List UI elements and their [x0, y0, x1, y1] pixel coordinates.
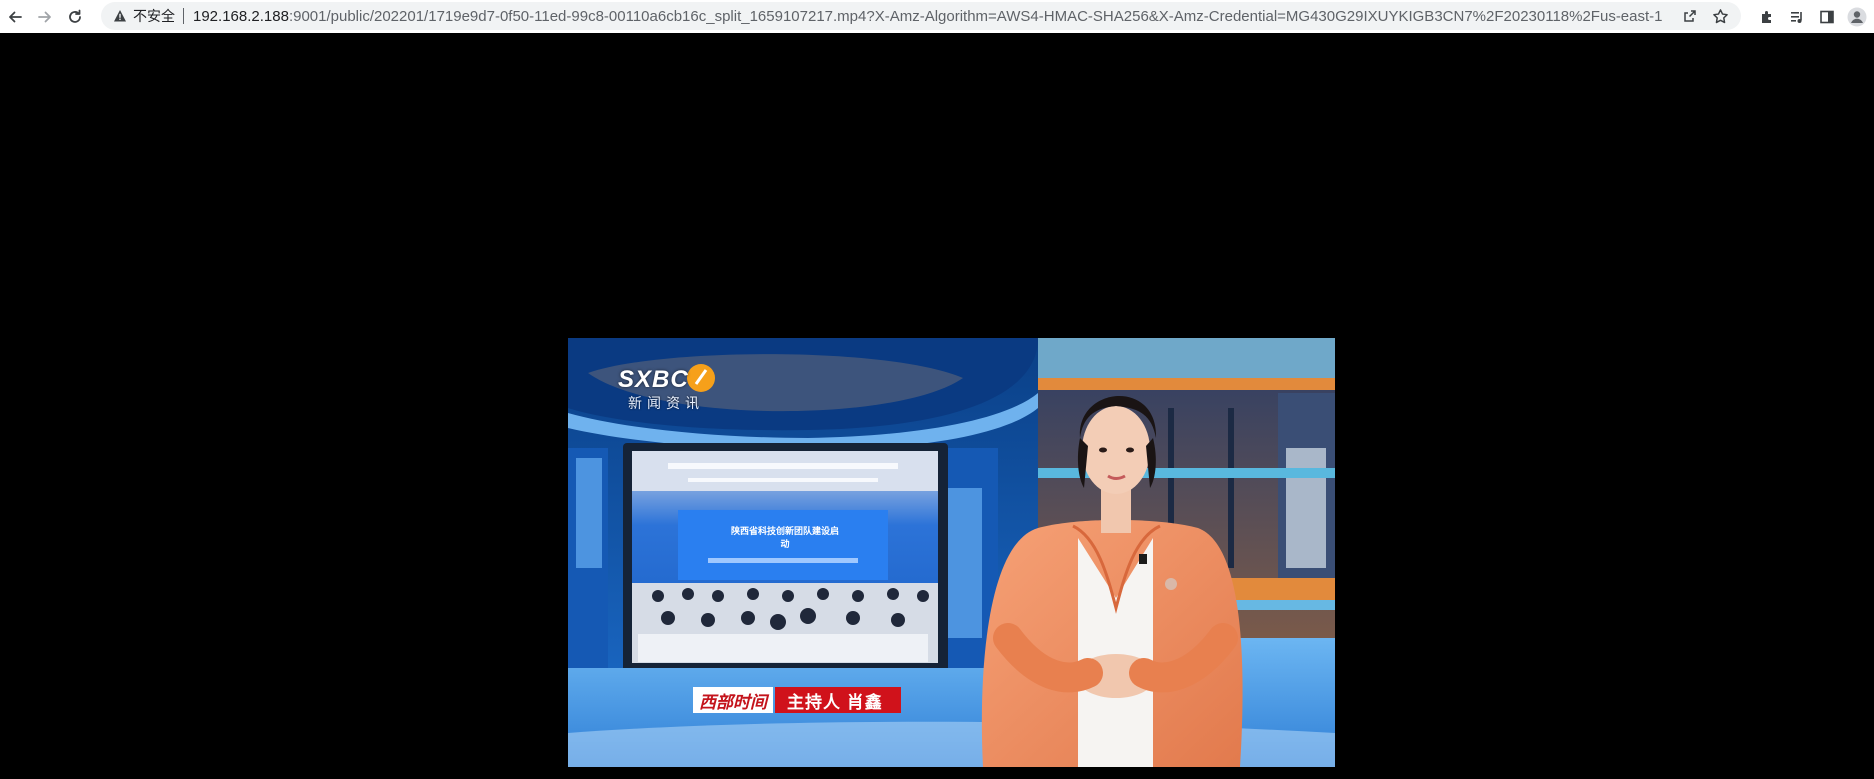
screen-banner-text: 陕西省科技创新团队建设启动 — [730, 526, 839, 549]
lower-third-caption: 西部时间 主持人 肖鑫 — [693, 687, 901, 713]
url-text[interactable]: 192.168.2.188:9001/public/202201/1719e9d… — [193, 8, 1663, 25]
security-label[interactable]: 不安全 — [133, 6, 175, 26]
program-name: 西部时间 — [693, 687, 773, 713]
forward-icon — [38, 11, 51, 22]
back-icon — [9, 11, 22, 22]
side-panel-icon — [1820, 10, 1834, 23]
media-control-icon — [1791, 11, 1802, 23]
url-path: :9001/public/202201/1719e9d7-0f50-11ed-9… — [288, 7, 1663, 25]
share-icon — [1684, 10, 1696, 22]
channel-logo: SXBC — [618, 366, 689, 393]
reload-button[interactable] — [60, 3, 90, 31]
media-control-button[interactable] — [1782, 3, 1812, 31]
profile-button[interactable] — [1842, 3, 1872, 31]
side-panel-button[interactable] — [1812, 3, 1842, 31]
browser-toolbar: 不安全 192.168.2.188:9001/public/202201/171… — [0, 0, 1874, 33]
anchor-name: 主持人 肖鑫 — [775, 687, 901, 713]
forward-button[interactable] — [30, 3, 60, 31]
address-bar[interactable]: 不安全 192.168.2.188:9001/public/202201/171… — [101, 2, 1741, 30]
share-button[interactable] — [1675, 2, 1705, 30]
profile-icon — [1847, 7, 1867, 26]
video-player[interactable]: SXBC 新闻资讯 陕西省科技创新团队建设启动 西部时间 主持人 肖鑫 — [568, 338, 1335, 767]
extensions-icon — [1762, 10, 1771, 23]
url-separator — [183, 8, 184, 24]
extensions-button[interactable] — [1752, 3, 1782, 31]
bookmark-button[interactable] — [1705, 2, 1735, 30]
warning-icon[interactable] — [111, 7, 129, 25]
star-icon — [1712, 8, 1728, 23]
back-button[interactable] — [0, 3, 30, 31]
video-viewport: SXBC 新闻资讯 陕西省科技创新团队建设启动 西部时间 主持人 肖鑫 — [0, 33, 1874, 779]
reload-icon — [69, 9, 81, 23]
channel-subtitle: 新闻资讯 — [628, 395, 704, 411]
url-host: 192.168.2.188 — [193, 7, 289, 25]
